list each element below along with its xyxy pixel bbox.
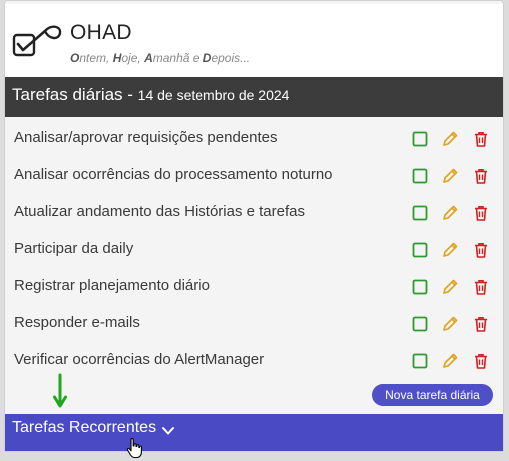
trash-icon[interactable] xyxy=(472,204,490,222)
square-check-icon[interactable] xyxy=(411,130,429,148)
task-row: Atualizar andamento das Histórias e tare… xyxy=(5,194,503,231)
tagline-cap: A xyxy=(144,51,153,65)
recurring-tasks-label: Tarefas Recorrentes xyxy=(12,419,157,436)
section-title-text: Tarefas diárias xyxy=(12,85,123,104)
task-row: Responder e-mails xyxy=(5,305,503,342)
app-header: OHAD Ontem, Hoje, Amanhã e Depois... xyxy=(5,4,503,77)
task-row: Analisar/aprovar requisições pendentes xyxy=(5,120,503,157)
logo-check-infinity-icon xyxy=(12,25,62,57)
trash-icon[interactable] xyxy=(472,315,490,333)
trash-icon[interactable] xyxy=(472,167,490,185)
task-row: Analisar ocorrências do processamento no… xyxy=(5,157,503,194)
square-check-icon[interactable] xyxy=(411,241,429,259)
square-check-icon[interactable] xyxy=(411,278,429,296)
annotation-arrow-icon xyxy=(53,373,67,408)
square-check-icon[interactable] xyxy=(411,315,429,333)
new-daily-task-button[interactable]: Nova tarefa diária xyxy=(372,384,493,406)
task-list: Analisar/aprovar requisições pendentes A… xyxy=(5,117,503,414)
section-header: Tarefas diárias - 14 de setembro de 2024 xyxy=(5,77,503,117)
pencil-icon[interactable] xyxy=(441,352,459,370)
trash-icon[interactable] xyxy=(472,130,490,148)
hand-pointer-cursor-icon xyxy=(126,438,142,459)
pencil-icon[interactable] xyxy=(441,167,459,185)
task-row: Registrar planejamento diário xyxy=(5,268,503,305)
pencil-icon[interactable] xyxy=(441,204,459,222)
tagline-cap: O xyxy=(70,51,80,65)
task-label: Atualizar andamento das Histórias e tare… xyxy=(14,203,305,220)
section-separator: - xyxy=(122,85,138,104)
tagline-rest: epois... xyxy=(211,51,251,65)
trash-icon[interactable] xyxy=(472,278,490,296)
tagline-rest: ntem, xyxy=(79,51,113,65)
square-check-icon[interactable] xyxy=(411,167,429,185)
pencil-icon[interactable] xyxy=(441,241,459,259)
task-label: Registrar planejamento diário xyxy=(14,277,210,294)
square-check-icon[interactable] xyxy=(411,204,429,222)
daily-tasks-panel: OHAD Ontem, Hoje, Amanhã e Depois... Tar… xyxy=(4,0,504,452)
square-check-icon[interactable] xyxy=(411,352,429,370)
tagline-rest: oje, xyxy=(121,51,145,65)
app-name: OHAD xyxy=(70,21,132,44)
trash-icon[interactable] xyxy=(472,352,490,370)
tagline-rest: manhã e xyxy=(152,51,203,65)
section-title: Tarefas diárias - 14 de setembro de 2024 xyxy=(12,85,289,105)
pencil-icon[interactable] xyxy=(441,278,459,296)
task-row: Participar da daily xyxy=(5,231,503,268)
task-label: Analisar ocorrências do processamento no… xyxy=(14,166,333,183)
pencil-icon[interactable] xyxy=(441,315,459,333)
pencil-icon[interactable] xyxy=(441,130,459,148)
recurring-tasks-toggle[interactable]: Tarefas Recorrentes xyxy=(5,414,503,451)
task-label: Verificar ocorrências do AlertManager xyxy=(14,351,265,368)
task-label: Responder e-mails xyxy=(14,314,140,331)
section-date: 14 de setembro de 2024 xyxy=(137,87,290,103)
task-label: Analisar/aprovar requisições pendentes xyxy=(14,129,278,146)
tagline: Ontem, Hoje, Amanhã e Depois... xyxy=(70,51,250,65)
trash-icon[interactable] xyxy=(472,241,490,259)
chevron-down-icon xyxy=(162,427,174,435)
task-row: Verificar ocorrências do AlertManager xyxy=(5,342,503,379)
task-label: Participar da daily xyxy=(14,240,134,257)
